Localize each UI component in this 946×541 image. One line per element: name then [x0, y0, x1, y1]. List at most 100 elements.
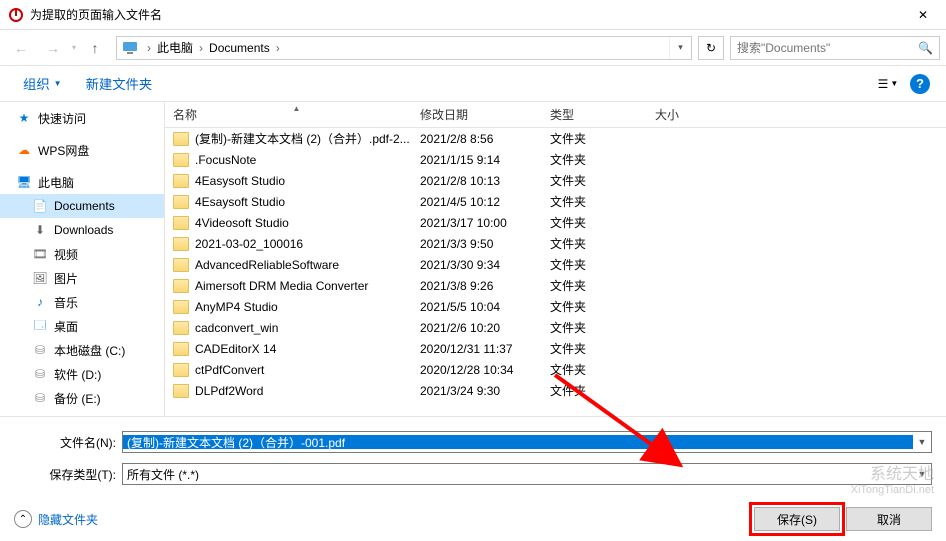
sidebar-item-3[interactable]: 📄Documents [0, 194, 164, 218]
new-folder-button[interactable]: 新建文件夹 [75, 71, 164, 97]
folder-icon [173, 342, 189, 356]
file-name: 4Videosoft Studio [195, 216, 420, 230]
close-button[interactable]: ✕ [900, 0, 946, 30]
down-icon: ⬇ [32, 222, 48, 238]
forward-button[interactable]: → [38, 35, 68, 61]
arrow-right-icon: → [46, 40, 60, 56]
pic-icon: 🖼 [32, 270, 48, 286]
sidebar-item-label: 视频 [54, 246, 78, 263]
sidebar-item-8[interactable]: 🗔 桌面 [0, 314, 164, 338]
bottom-panel: 文件名(N): ▼ 保存类型(T): ▼ [0, 416, 946, 501]
desktop-icon: 🗔 [32, 318, 48, 334]
folder-icon [173, 363, 189, 377]
up-button[interactable]: ↑ [80, 35, 110, 61]
back-button[interactable]: ← [6, 35, 36, 61]
file-date: 2021/3/3 9:50 [420, 237, 550, 251]
chevron-right-icon: › [272, 41, 284, 55]
sidebar-item-label: Downloads [54, 223, 113, 237]
file-row[interactable]: Aimersoft DRM Media Converter2021/3/8 9:… [165, 275, 946, 296]
arrow-left-icon: ← [14, 40, 28, 56]
filename-dropdown[interactable]: ▼ [913, 437, 931, 447]
arrow-up-icon: ↑ [92, 40, 99, 56]
file-name: 4Esaysoft Studio [195, 195, 420, 209]
file-type: 文件夹 [550, 382, 655, 399]
column-name[interactable]: 名称▲ [165, 106, 420, 123]
folder-icon [173, 195, 189, 209]
sidebar-item-label: WPS网盘 [38, 142, 89, 159]
file-row[interactable]: 4Videosoft Studio2021/3/17 10:00文件夹 [165, 212, 946, 233]
file-name: CADEditorX 14 [195, 342, 420, 356]
refresh-button[interactable]: ↻ [698, 36, 724, 60]
watermark: 系统天地 XiTongTianDi.net [851, 465, 934, 497]
column-size[interactable]: 大小 [655, 106, 735, 123]
sidebar-item-11[interactable]: ⛁备份 (E:) [0, 386, 164, 410]
sidebar-item-0[interactable]: ★快速访问 [0, 106, 164, 130]
file-date: 2021/3/8 9:26 [420, 279, 550, 293]
file-date: 2021/2/8 10:13 [420, 174, 550, 188]
sidebar-item-label: 快速访问 [38, 110, 86, 127]
folder-icon [173, 384, 189, 398]
folder-icon [173, 153, 189, 167]
app-icon [8, 7, 24, 23]
sidebar-item-2[interactable]: 🖥此电脑 [0, 170, 164, 194]
file-type: 文件夹 [550, 319, 655, 336]
file-name: AdvancedReliableSoftware [195, 258, 420, 272]
sidebar-item-1[interactable]: ☁WPS网盘 [0, 138, 164, 162]
search-input[interactable] [737, 41, 918, 55]
sidebar-item-9[interactable]: ⛁本地磁盘 (C:) [0, 338, 164, 362]
filename-field[interactable]: ▼ [122, 431, 932, 453]
file-row[interactable]: CADEditorX 142020/12/31 11:37文件夹 [165, 338, 946, 359]
file-row[interactable]: 2021-03-02_1000162021/3/3 9:50文件夹 [165, 233, 946, 254]
file-row[interactable]: 4Esaysoft Studio2021/4/5 10:12文件夹 [165, 191, 946, 212]
file-row[interactable]: DLPdf2Word2021/3/24 9:30文件夹 [165, 380, 946, 401]
file-name: Aimersoft DRM Media Converter [195, 279, 420, 293]
sidebar-item-7[interactable]: ♪音乐 [0, 290, 164, 314]
folder-icon [173, 174, 189, 188]
title-bar: 为提取的页面输入文件名 ✕ [0, 0, 946, 30]
search-box[interactable]: 🔍 [730, 36, 940, 60]
filetype-field[interactable]: ▼ [122, 463, 932, 485]
cancel-button[interactable]: 取消 [846, 507, 932, 531]
file-row[interactable]: (复制)-新建文本文档 (2)（合并）.pdf-2...2021/2/8 8:5… [165, 128, 946, 149]
view-mode-button[interactable]: ☰▼ [874, 71, 902, 97]
file-row[interactable]: AnyMP4 Studio2021/5/5 10:04文件夹 [165, 296, 946, 317]
organize-button[interactable]: 组织▼ [12, 71, 73, 97]
file-row[interactable]: .FocusNote2021/1/15 9:14文件夹 [165, 149, 946, 170]
address-bar[interactable]: › 此电脑 › Documents › ▾ [116, 36, 692, 60]
sidebar-item-4[interactable]: ⬇ Downloads [0, 218, 164, 242]
search-icon[interactable]: 🔍 [918, 41, 933, 55]
sidebar-item-5[interactable]: 🎞视频 [0, 242, 164, 266]
file-name: ctPdfConvert [195, 363, 420, 377]
file-row[interactable]: 4Easysoft Studio2021/2/8 10:13文件夹 [165, 170, 946, 191]
folder-icon [173, 279, 189, 293]
file-row[interactable]: ctPdfConvert2020/12/28 10:34文件夹 [165, 359, 946, 380]
help-button[interactable]: ? [906, 71, 934, 97]
file-type: 文件夹 [550, 298, 655, 315]
save-button[interactable]: 保存(S) [754, 507, 840, 531]
history-dropdown-icon[interactable]: ▾ [72, 43, 76, 52]
help-icon: ? [910, 74, 930, 94]
column-headers: 名称▲ 修改日期 类型 大小 [165, 102, 946, 128]
file-date: 2021/3/24 9:30 [420, 384, 550, 398]
address-dropdown[interactable]: ▾ [669, 37, 691, 59]
file-row[interactable]: cadconvert_win2021/2/6 10:20文件夹 [165, 317, 946, 338]
file-type: 文件夹 [550, 256, 655, 273]
sidebar-item-label: 桌面 [54, 318, 78, 335]
file-row[interactable]: AdvancedReliableSoftware2021/3/30 9:34文件… [165, 254, 946, 275]
chevron-down-icon: ▼ [890, 79, 898, 88]
file-name: AnyMP4 Studio [195, 300, 420, 314]
sidebar-item-10[interactable]: ⛁软件 (D:) [0, 362, 164, 386]
filetype-input[interactable] [123, 467, 913, 481]
column-type[interactable]: 类型 [550, 106, 655, 123]
hide-folders-link[interactable]: 隐藏文件夹 [38, 511, 98, 528]
column-date[interactable]: 修改日期 [420, 106, 550, 123]
doc-icon: 📄 [32, 198, 48, 214]
window-title: 为提取的页面输入文件名 [30, 6, 900, 23]
folder-icon [173, 300, 189, 314]
file-type: 文件夹 [550, 340, 655, 357]
breadcrumb-documents[interactable]: Documents [207, 41, 272, 55]
expand-button[interactable]: ⌃ [14, 510, 32, 528]
sidebar-item-6[interactable]: 🖼图片 [0, 266, 164, 290]
breadcrumb-this-pc[interactable]: 此电脑 [155, 39, 195, 56]
filename-input[interactable] [123, 435, 913, 449]
